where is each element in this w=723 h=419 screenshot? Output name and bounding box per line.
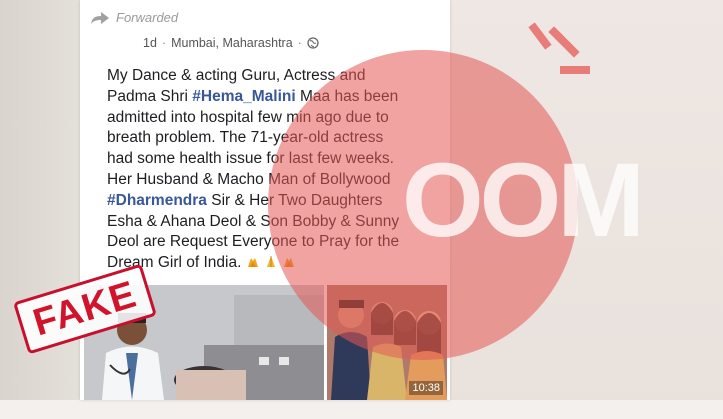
post-location[interactable]: Mumbai, Maharashtra: [171, 36, 293, 50]
chat-background-left: [0, 0, 80, 419]
bottom-strip: [0, 400, 723, 419]
forward-arrow-icon: [91, 11, 109, 24]
watermark-spark-icon: [528, 22, 590, 74]
video-duration: 10:38: [409, 381, 443, 395]
forwarded-label: Forwarded: [116, 10, 179, 25]
globe-icon: [307, 37, 319, 49]
watermark-text: OOM: [402, 142, 645, 259]
post-meta: 1d · Mumbai, Maharashtra ·: [143, 36, 319, 50]
praying-hands-icon: [247, 258, 258, 268]
hashtag-hema-malini[interactable]: #Hema_Malini: [192, 88, 295, 105]
meta-separator: ·: [161, 36, 167, 50]
post-time[interactable]: 1d: [143, 36, 157, 50]
forwarded-indicator: Forwarded: [90, 10, 178, 25]
screenshot-stage: Forwarded 1d · Mumbai, Maharashtra · My …: [0, 0, 723, 419]
hashtag-dharmendra[interactable]: #Dharmendra: [107, 192, 207, 209]
meta-separator-2: ·: [297, 36, 302, 50]
folded-hands-icon: [267, 256, 275, 268]
